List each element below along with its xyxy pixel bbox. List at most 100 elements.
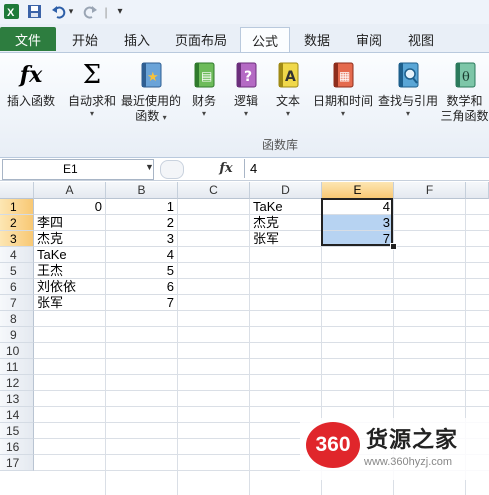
select-all-corner[interactable] (0, 182, 34, 199)
watermark: 360 货源之家 www.360hyzj.com (300, 418, 489, 480)
recent-book-icon: ★ (137, 60, 165, 90)
row-header-5[interactable]: 5 (0, 263, 34, 279)
cell-b2[interactable]: 2 (106, 215, 178, 231)
row-header-17[interactable]: 17 (0, 455, 34, 471)
row-header-11[interactable]: 11 (0, 359, 34, 375)
math-trig-label: 数学和 三角函数 (440, 94, 489, 123)
row-header-3[interactable]: 3 (0, 231, 34, 247)
insert-function-label: 插入函数 (6, 94, 55, 108)
logical-button[interactable]: ? 逻辑 ▾ (228, 60, 264, 119)
financial-button[interactable]: ▤ 财务 ▾ (186, 60, 222, 119)
formula-input[interactable]: 4 (244, 159, 489, 178)
tab-insert[interactable]: 插入 (112, 27, 162, 51)
cell-a4[interactable]: TaKe (34, 247, 106, 263)
insert-function-button[interactable]: fx 插入函数 (4, 60, 58, 109)
formula-value: 4 (250, 161, 258, 176)
column-header-d[interactable]: D (250, 182, 322, 199)
tab-page-layout[interactable]: 页面布局 (166, 27, 236, 51)
row-header-9[interactable]: 9 (0, 327, 34, 343)
cell-a7[interactable]: 张军 (34, 295, 106, 311)
cell-b7[interactable]: 7 (106, 295, 178, 311)
cell-a1[interactable]: 0 (34, 199, 106, 215)
row-header-8[interactable]: 8 (0, 311, 34, 327)
cell-a3[interactable]: 杰克 (34, 231, 106, 247)
toolbar-separator: | (104, 4, 108, 19)
save-icon[interactable] (26, 3, 43, 20)
sigma-icon: Σ (82, 60, 102, 90)
cell-d3[interactable]: 张军 (250, 231, 322, 247)
row-header-12[interactable]: 12 (0, 375, 34, 391)
tab-data[interactable]: 数据 (293, 27, 341, 51)
row-header-4[interactable]: 4 (0, 247, 34, 263)
tab-formulas[interactable]: 公式 (240, 27, 290, 53)
date-time-button[interactable]: ▦ 日期和时间 ▾ (310, 60, 376, 119)
chevron-down-icon[interactable]: ▼ (145, 162, 154, 172)
svg-text:θ: θ (462, 70, 470, 85)
cell-b5[interactable]: 5 (106, 263, 178, 279)
text-button[interactable]: A 文本 ▾ (270, 60, 306, 119)
tab-file[interactable]: 文件 (0, 27, 56, 51)
cell-b6[interactable]: 6 (106, 279, 178, 295)
tab-review[interactable]: 审阅 (345, 27, 393, 51)
cell-b1[interactable]: 1 (106, 199, 178, 215)
cell-d2[interactable]: 杰克 (250, 215, 322, 231)
autosum-button[interactable]: Σ 自动求和 ▾ (66, 60, 118, 119)
lookup-reference-button[interactable]: 查找与引用 ▾ (376, 60, 440, 119)
math-book-icon: θ (451, 60, 479, 90)
row-header-14[interactable]: 14 (0, 407, 34, 423)
column-header-a[interactable]: A (34, 182, 106, 199)
name-box[interactable]: E1 ▼ (2, 159, 154, 180)
watermark-name: 货源之家 (366, 427, 459, 452)
row-header-16[interactable]: 16 (0, 439, 34, 455)
column-header-f[interactable]: F (394, 182, 466, 199)
chevron-down-icon: ▾ (243, 109, 248, 118)
svg-text:★: ★ (147, 70, 159, 85)
cell-a5[interactable]: 王杰 (34, 263, 106, 279)
math-trig-button[interactable]: θ 数学和 三角函数 (440, 60, 489, 124)
cell-d1[interactable]: TaKe (250, 199, 322, 215)
tab-home[interactable]: 开始 (60, 27, 110, 51)
cell-a6[interactable]: 刘依依 (34, 279, 106, 295)
logical-label: 逻辑 (233, 94, 258, 108)
financial-label: 财务 (191, 94, 216, 108)
svg-text:▦: ▦ (339, 69, 350, 83)
formula-bar-resize-handle[interactable] (160, 160, 184, 179)
column-header-g[interactable] (466, 182, 489, 199)
column-header-c[interactable]: C (178, 182, 250, 199)
row-header-2[interactable]: 2 (0, 215, 34, 231)
lookup-book-icon (394, 60, 422, 90)
function-library-group-label: 函数库 (261, 138, 298, 152)
selection-border (321, 198, 393, 246)
row-header-6[interactable]: 6 (0, 279, 34, 295)
chevron-down-icon: ▾ (405, 109, 410, 118)
watermark-url: www.360hyzj.com (364, 456, 453, 468)
column-header-e[interactable]: E (322, 182, 394, 199)
cell-b4[interactable]: 4 (106, 247, 178, 263)
fx-icon[interactable]: fx (215, 160, 237, 178)
text-label: 文本 (275, 94, 300, 108)
chevron-down-icon: ▾ (201, 109, 206, 118)
row-header-10[interactable]: 10 (0, 343, 34, 359)
redo-icon[interactable] (82, 3, 98, 20)
cell-b3[interactable]: 3 (106, 231, 178, 247)
excel-logo-icon[interactable]: X (3, 3, 20, 20)
autosum-label: 自动求和 (67, 94, 116, 108)
tab-view[interactable]: 视图 (397, 27, 445, 51)
recently-used-label: 最近使用的 函数 ▾ (120, 94, 181, 123)
row-header-7[interactable]: 7 (0, 295, 34, 311)
fill-handle[interactable] (390, 243, 397, 250)
row-header-1[interactable]: 1 (0, 199, 34, 215)
row-header-13[interactable]: 13 (0, 391, 34, 407)
row-header-15[interactable]: 15 (0, 423, 34, 439)
undo-dropdown[interactable]: ▾ (66, 3, 76, 20)
svg-text:A: A (285, 69, 296, 85)
undo-icon[interactable] (50, 3, 66, 20)
svg-text:▤: ▤ (201, 69, 212, 83)
svg-text:X: X (7, 7, 15, 19)
watermark-badge-text: 360 (315, 433, 351, 456)
column-header-b[interactable]: B (106, 182, 178, 199)
quick-access-toolbar: X ▾ | ▾ (0, 0, 489, 25)
customize-toolbar-icon[interactable]: ▾ (114, 3, 126, 20)
cell-a2[interactable]: 李四 (34, 215, 106, 231)
recently-used-button[interactable]: ★ 最近使用的 函数 ▾ (118, 60, 184, 124)
